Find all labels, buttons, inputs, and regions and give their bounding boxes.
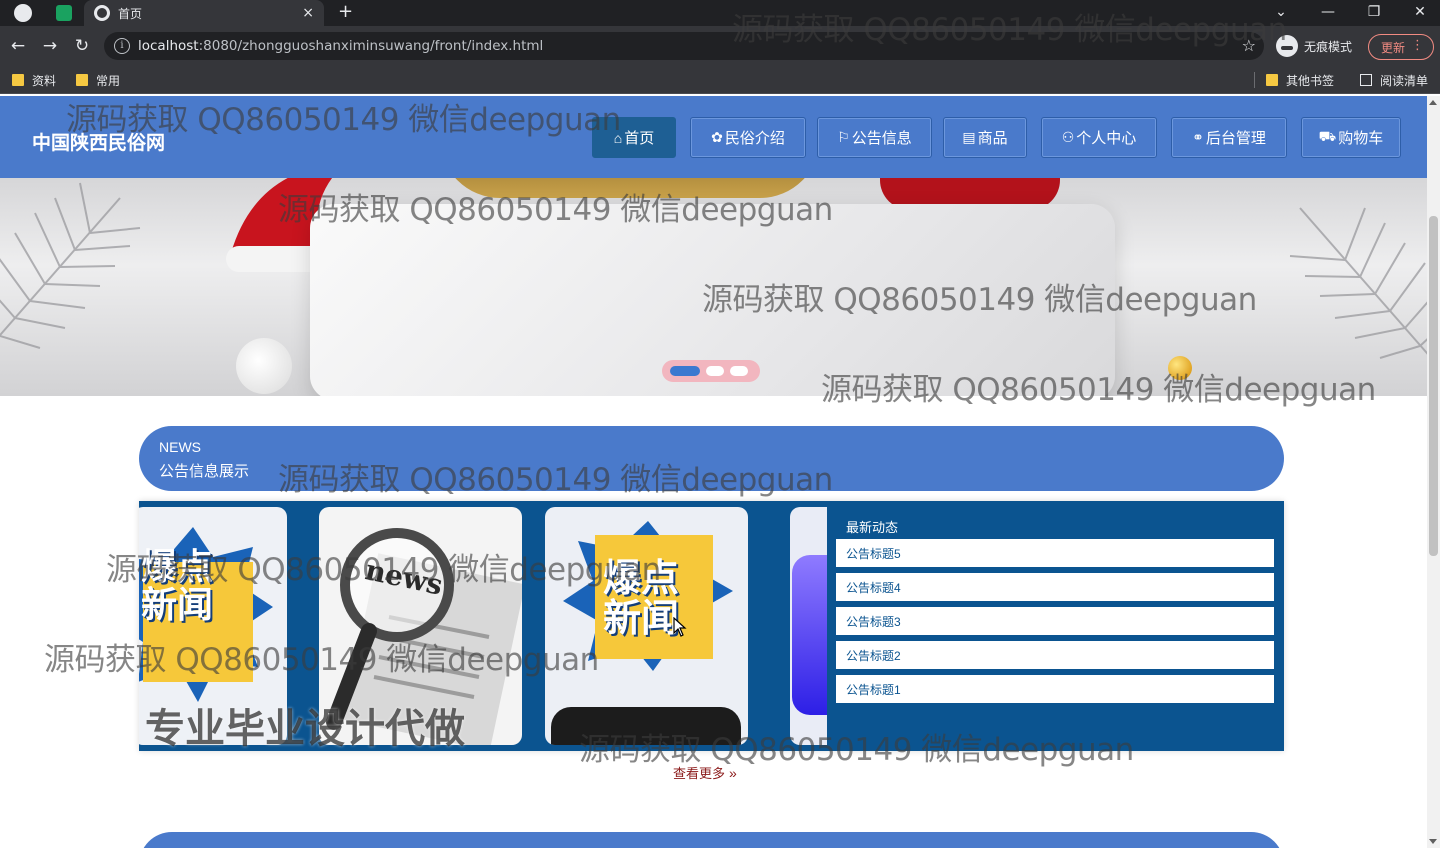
palette-icon: ✿ (711, 129, 723, 145)
nav-label: 个人中心 (1076, 130, 1137, 147)
scroll-down-icon[interactable] (1429, 839, 1437, 844)
announcement-link[interactable]: 公告标题2 (836, 641, 1274, 669)
reload-icon[interactable]: ↻ (70, 34, 94, 58)
browser-menu-icon[interactable] (14, 4, 32, 22)
more-menu-icon[interactable]: ⋮ (1411, 38, 1424, 53)
burst-text: 爆点 新闻 (141, 547, 214, 626)
address-bar[interactable]: i localhost:8080/zhongguoshanximinsuwang… (104, 32, 1264, 60)
home-icon: ⌂ (613, 129, 623, 146)
incognito-label: 无痕模式 (1304, 39, 1353, 54)
carousel-dot[interactable] (730, 366, 748, 376)
update-button[interactable]: 更新 ⋮ (1368, 34, 1434, 60)
bauble (1168, 356, 1192, 380)
double-chevron-right-icon: » (729, 764, 737, 781)
nav-label: 后台管理 (1205, 130, 1266, 147)
announcement-link[interactable]: 公告标题1 (836, 675, 1274, 703)
forward-icon[interactable]: → (38, 34, 62, 58)
nav-label: 首页 (624, 130, 655, 147)
flag-icon: ⚐ (837, 129, 850, 145)
gift-decoration (440, 178, 820, 198)
mouse-cursor-icon (673, 617, 687, 637)
link-icon: ⚭ (1192, 129, 1204, 145)
list-icon: ▤ (962, 129, 976, 145)
folder-icon (1266, 74, 1278, 86)
nav-label: 民俗介绍 (724, 130, 785, 147)
close-window-icon[interactable]: ✕ (1397, 0, 1440, 24)
site-header: 中国陕西民俗网 ⌂ 首页 ✿ 民俗介绍 ⚐ 公告信息 ▤ 商品 ⚇ 个人中心 ⚭ 后台管理 … (0, 96, 1427, 178)
card-graphic (792, 555, 832, 715)
reading-list-icon (1360, 74, 1372, 86)
browser-tab-bar: 首页 × + ⌄ — ❐ ✕ (0, 0, 1440, 26)
next-section-heading (139, 832, 1284, 848)
url-text[interactable]: localhost:8080/zhongguoshanximinsuwang/f… (138, 38, 543, 54)
view-more-link[interactable]: 查看更多 » (673, 763, 737, 782)
bookmark-label: 资料 (32, 73, 57, 88)
news-card[interactable]: 爆点 新闻 (545, 507, 748, 745)
section-label-cn: 公告信息展示 (159, 463, 250, 480)
bookmark-divider (1254, 72, 1255, 88)
nav-admin[interactable]: ⚭ 后台管理 (1171, 117, 1287, 158)
announcement-link[interactable]: 公告标题5 (836, 539, 1274, 567)
nav-home[interactable]: ⌂ 首页 (592, 117, 676, 158)
section-label-en: NEWS (159, 439, 201, 455)
pine-branch-left (0, 182, 141, 349)
nav-products[interactable]: ▤ 商品 (943, 117, 1027, 158)
site-title[interactable]: 中国陕西民俗网 (32, 128, 165, 155)
globe-icon (94, 5, 110, 21)
nav-cart[interactable]: ⛟ 购物车 (1301, 117, 1401, 158)
phone-icon (551, 707, 741, 745)
nav-label: 公告信息 (851, 130, 912, 147)
site-info-icon[interactable]: i (114, 38, 130, 54)
bookmark-folder[interactable]: 常用 (76, 72, 120, 88)
scrollbar-thumb[interactable] (1429, 216, 1438, 556)
announcement-link[interactable]: 公告标题4 (836, 573, 1274, 601)
tab-home[interactable]: 首页 × (84, 0, 324, 26)
folder-icon (76, 74, 88, 86)
user-icon: ⚇ (1061, 129, 1075, 145)
incognito-icon (1276, 35, 1298, 57)
latest-updates-list: 最新动态 公告标题5 公告标题4 公告标题3 公告标题2 公告标题1 (827, 501, 1284, 751)
other-bookmarks[interactable]: 其他书签 (1266, 72, 1334, 88)
announcement-link[interactable]: 公告标题3 (836, 607, 1274, 635)
pinned-tab-icon[interactable] (56, 5, 72, 21)
news-section-heading: NEWS 公告信息展示 (139, 426, 1284, 491)
pine-branch-right (1289, 207, 1427, 359)
latest-title: 最新动态 (846, 520, 899, 535)
promo-overlay: 专业毕业设计代做 (145, 706, 465, 752)
browser-toolbar: ← → ↻ i localhost:8080/zhongguoshanximin… (0, 26, 1440, 66)
view-more-label: 查看更多 (673, 766, 726, 781)
folder-icon (12, 74, 24, 86)
banner-carousel[interactable] (0, 178, 1427, 396)
scroll-up-icon[interactable] (1429, 100, 1437, 105)
minimize-icon[interactable]: — (1305, 0, 1351, 24)
incognito-indicator[interactable]: 无痕模式 (1276, 34, 1352, 58)
carousel-indicator[interactable] (662, 360, 760, 382)
carousel-dot[interactable] (706, 366, 724, 376)
tab-title: 首页 (118, 6, 143, 21)
reading-list[interactable]: 阅读清单 (1360, 72, 1428, 88)
tab-close-icon[interactable]: × (302, 4, 314, 22)
bookmark-folder[interactable]: 资料 (12, 72, 56, 88)
nav-profile[interactable]: ⚇ 个人中心 (1041, 117, 1157, 158)
cart-icon: ⛟ (1318, 128, 1337, 144)
other-bookmarks-label: 其他书签 (1286, 73, 1335, 88)
carousel-dot[interactable] (670, 366, 700, 376)
nav-label: 商品 (977, 130, 1008, 147)
update-label: 更新 (1381, 40, 1406, 55)
snowball (236, 338, 292, 394)
bookmarks-bar: 资料 常用 其他书签 阅读清单 (0, 66, 1440, 94)
burst-text: 爆点 新闻 (603, 556, 680, 640)
restore-icon[interactable]: ❐ (1351, 0, 1397, 24)
nav-folk-intro[interactable]: ✿ 民俗介绍 (690, 117, 806, 158)
reading-list-label: 阅读清单 (1380, 73, 1429, 88)
page-viewport: 中国陕西民俗网 ⌂ 首页 ✿ 民俗介绍 ⚐ 公告信息 ▤ 商品 ⚇ 个人中心 ⚭ 后台管理 … (0, 96, 1440, 848)
page-scrollbar[interactable] (1427, 96, 1440, 848)
bookmark-star-icon[interactable]: ☆ (1242, 36, 1256, 55)
bookmark-label: 常用 (96, 73, 121, 88)
nav-label: 购物车 (1338, 130, 1384, 147)
new-tab-button[interactable]: + (338, 1, 353, 22)
tab-search-icon[interactable]: ⌄ (1258, 0, 1304, 24)
nav-announcements[interactable]: ⚐ 公告信息 (817, 117, 932, 158)
back-icon[interactable]: ← (6, 34, 30, 58)
